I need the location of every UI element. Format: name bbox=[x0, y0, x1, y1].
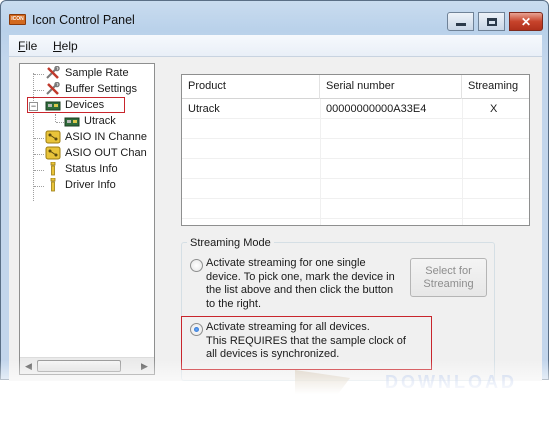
select-for-streaming-button[interactable]: Select for Streaming bbox=[410, 258, 487, 297]
tree-item-label: Status Info bbox=[65, 163, 118, 175]
close-icon: ✕ bbox=[520, 14, 532, 29]
menu-file-label: ile bbox=[25, 39, 38, 53]
radio-single-line: the list above and then click the button bbox=[206, 284, 394, 296]
tree-item-asio-out-channels[interactable]: ASIO OUT Chan bbox=[20, 146, 154, 162]
streaming-mode-legend: Streaming Mode bbox=[187, 237, 274, 249]
title-bar[interactable]: ICON Icon Control Panel ✕ bbox=[1, 1, 548, 35]
device-board-icon bbox=[64, 117, 80, 127]
window-title: Icon Control Panel bbox=[32, 13, 135, 27]
menu-help-label: elp bbox=[61, 39, 78, 53]
client-area: Sample Rate Buffer Settings − Devices Ut… bbox=[9, 57, 542, 381]
tree-item-utrack[interactable]: Utrack bbox=[20, 114, 154, 130]
radio-all-line: Activate streaming for all devices. bbox=[206, 321, 370, 333]
minimize-icon bbox=[455, 22, 466, 26]
maximize-button[interactable] bbox=[478, 12, 505, 31]
channel-icon bbox=[45, 146, 61, 160]
radio-all-devices[interactable] bbox=[190, 323, 203, 336]
radio-single-device[interactable] bbox=[190, 259, 203, 272]
column-header-product[interactable]: Product bbox=[182, 75, 320, 99]
settings-tree[interactable]: Sample Rate Buffer Settings − Devices Ut… bbox=[19, 63, 155, 375]
tree-item-label: Sample Rate bbox=[65, 67, 129, 79]
device-list-header: Product Serial number Streaming bbox=[182, 75, 529, 99]
tree-item-label: ASIO IN Channe bbox=[65, 131, 147, 143]
cell-streaming: X bbox=[490, 103, 498, 115]
radio-single-line: Activate streaming for one single bbox=[206, 257, 366, 269]
tree-item-label: ASIO OUT Chan bbox=[65, 147, 147, 159]
column-header-serial[interactable]: Serial number bbox=[320, 75, 462, 99]
select-button-line: Streaming bbox=[423, 278, 474, 290]
select-button-line: Select for bbox=[425, 265, 472, 277]
app-logo-icon: ICON bbox=[9, 14, 26, 25]
tree-item-label: Utrack bbox=[84, 115, 116, 127]
app-window: ICON Icon Control Panel ✕ File Help Samp… bbox=[0, 0, 549, 381]
cell-product: Utrack bbox=[188, 103, 220, 115]
close-button[interactable]: ✕ bbox=[509, 12, 543, 31]
menu-help[interactable]: Help bbox=[53, 39, 78, 53]
radio-all-devices-label[interactable]: Activate streaming for all devices. This… bbox=[206, 321, 406, 362]
tree-item-driver-info[interactable]: Driver Info bbox=[20, 178, 154, 194]
maximize-icon bbox=[486, 17, 497, 26]
tools-icon bbox=[46, 82, 60, 95]
bottom-fade bbox=[0, 360, 549, 422]
tree-item-buffer-settings[interactable]: Buffer Settings bbox=[20, 82, 154, 98]
tree-item-label: Driver Info bbox=[65, 179, 116, 191]
table-row[interactable]: Utrack 00000000000A33E4 X bbox=[182, 99, 529, 119]
column-header-streaming[interactable]: Streaming bbox=[462, 75, 530, 99]
minimize-button[interactable] bbox=[447, 12, 474, 31]
menu-bar: File Help bbox=[9, 35, 542, 57]
menu-help-mnemonic: H bbox=[53, 39, 62, 53]
tree-item-asio-in-channels[interactable]: ASIO IN Channe bbox=[20, 130, 154, 146]
cell-serial: 00000000000A33E4 bbox=[326, 103, 427, 115]
info-icon bbox=[50, 162, 56, 176]
channel-icon bbox=[45, 130, 61, 144]
selection-highlight bbox=[27, 97, 125, 113]
radio-single-device-label[interactable]: Activate streaming for one single device… bbox=[206, 257, 395, 311]
tree-item-sample-rate[interactable]: Sample Rate bbox=[20, 66, 154, 82]
radio-single-line: device. To pick one, mark the device in bbox=[206, 270, 395, 283]
tools-icon bbox=[46, 66, 60, 79]
tree-item-label: Buffer Settings bbox=[65, 83, 137, 95]
info-icon bbox=[50, 178, 56, 192]
menu-file[interactable]: File bbox=[18, 39, 37, 53]
radio-single-line: to the right. bbox=[206, 297, 262, 310]
device-list[interactable]: Product Serial number Streaming Utrack 0… bbox=[181, 74, 530, 226]
tree-item-status-info[interactable]: Status Info bbox=[20, 162, 154, 178]
radio-all-line: This REQUIRES that the sample clock of bbox=[206, 334, 406, 347]
